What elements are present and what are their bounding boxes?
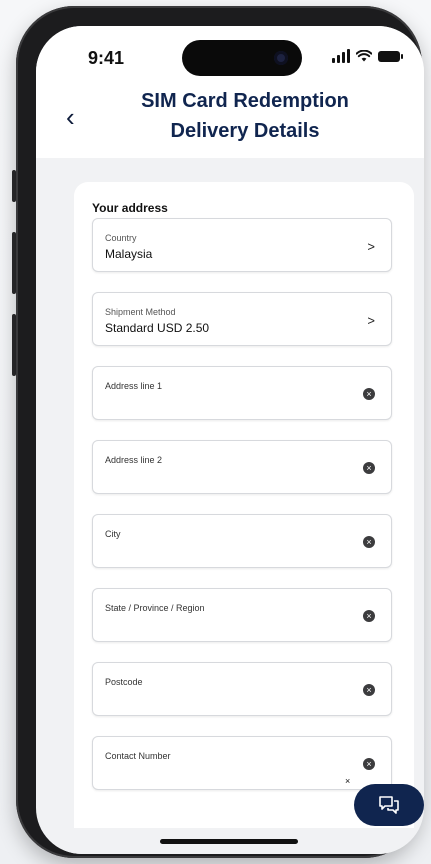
section-title: Your address [92,201,168,215]
shipment-method-label: Shipment Method [105,307,176,317]
contact-number-label: Contact Number [105,751,171,761]
country-select[interactable]: Country Malaysia > [92,218,392,272]
clear-icon[interactable]: × [363,536,375,548]
postcode-label: Postcode [105,677,143,687]
page-title: SIM Card Redemption Delivery Details [96,86,394,146]
state-input[interactable]: State / Province / Region × [92,588,392,642]
home-indicator[interactable] [160,839,298,844]
wifi-icon [356,50,372,62]
shipment-method-select[interactable]: Shipment Method Standard USD 2.50 > [92,292,392,346]
status-time: 9:41 [88,48,125,68]
address-line1-input[interactable]: Address line 1 × [92,366,392,420]
city-label: City [105,529,121,539]
cellular-signal-icon [332,49,350,63]
postcode-input[interactable]: Postcode × [92,662,392,716]
dynamic-island [182,40,302,76]
state-label: State / Province / Region [105,603,205,613]
phone-frame: 9:41 ‹ SIM Card Redemption Delivery Deta… [16,6,424,858]
country-label: Country [105,233,137,243]
bottom-bar [36,828,424,854]
chevron-right-icon: > [367,239,375,254]
clear-icon[interactable]: × [363,684,375,696]
header: 9:41 ‹ SIM Card Redemption Delivery Deta… [36,26,424,158]
battery-icon [378,50,403,62]
address-line2-label: Address line 2 [105,455,163,465]
status-bar: 9:41 [36,26,424,78]
chevron-right-icon: > [367,313,375,328]
clear-icon[interactable]: × [363,758,375,770]
clear-icon[interactable]: × [363,462,375,474]
shipment-method-value: Standard USD 2.50 [105,321,210,335]
address-line2-input[interactable]: Address line 2 × [92,440,392,494]
page-title-line1: SIM Card Redemption [141,90,349,112]
clear-icon[interactable]: × [363,388,375,400]
chat-bubbles-icon [379,796,399,814]
page-title-line2: Delivery Details [170,120,320,142]
clear-icon[interactable]: × [363,610,375,622]
camera-icon [274,51,288,65]
stage: 9:41 ‹ SIM Card Redemption Delivery Deta… [0,0,431,864]
close-icon[interactable]: × [345,776,350,786]
city-input[interactable]: City × [92,514,392,568]
phone-screen: 9:41 ‹ SIM Card Redemption Delivery Deta… [36,26,424,854]
address-line1-label: Address line 1 [105,381,163,391]
status-icons [332,48,403,64]
chat-button[interactable] [354,784,424,826]
country-value: Malaysia [105,247,153,261]
back-chevron-icon[interactable]: ‹ [66,102,75,133]
